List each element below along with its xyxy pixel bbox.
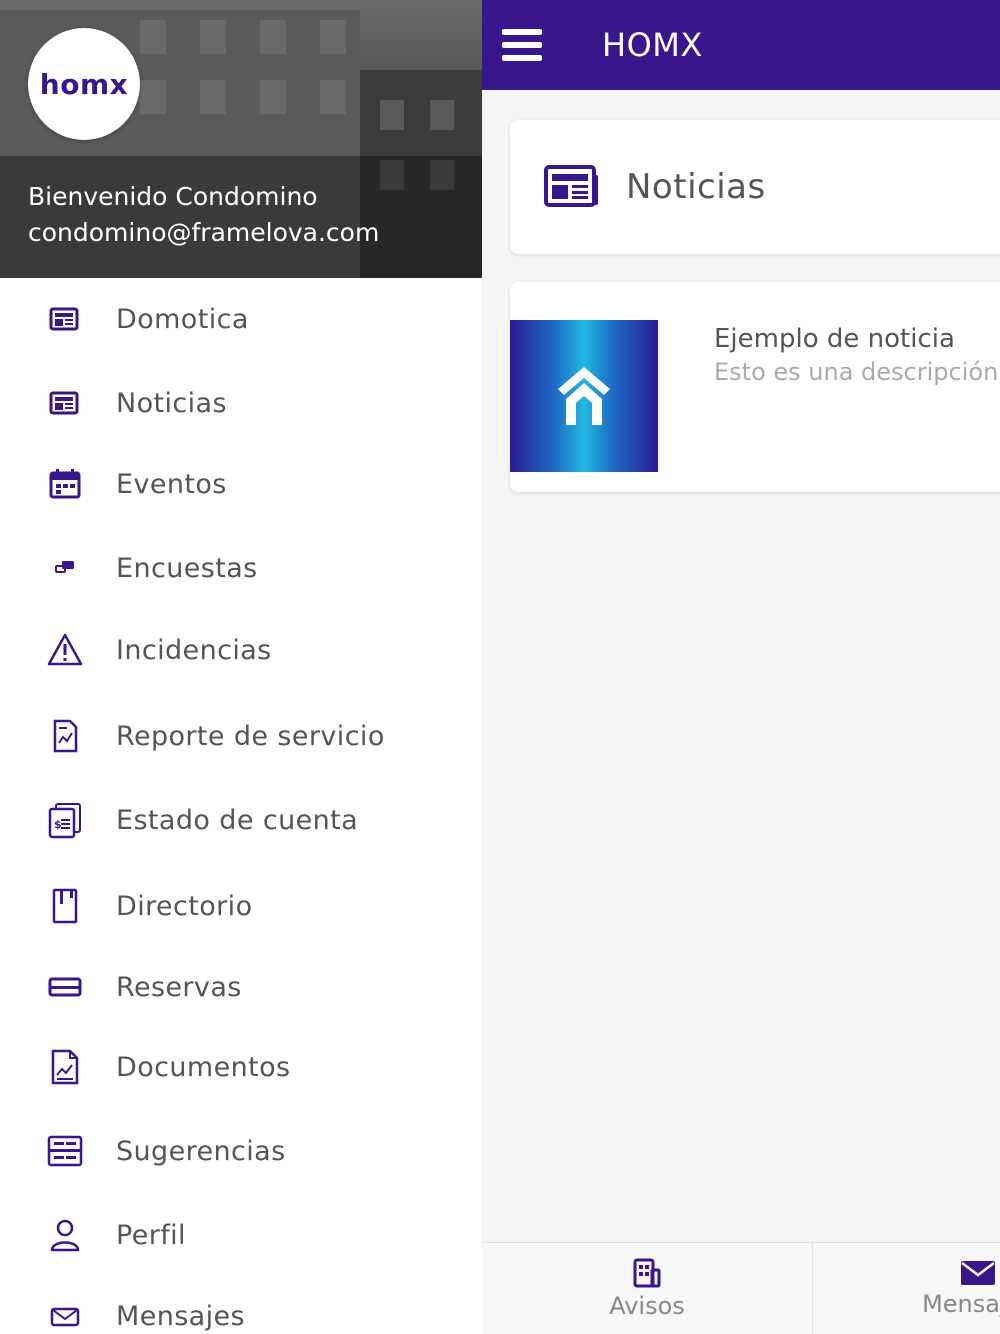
newspaper-icon xyxy=(49,307,79,331)
user-name: Bienvenido Condomino xyxy=(28,182,318,211)
logo-text: homx xyxy=(39,67,129,101)
house-logo-icon xyxy=(558,367,610,425)
user-email: condomino@framelova.com xyxy=(28,218,380,247)
sidebar-item-label: Sugerencias xyxy=(116,1135,286,1167)
tab-mensajes-label: Mensajes xyxy=(922,1290,1000,1318)
sidebar-item-domotica[interactable]: Domotica xyxy=(0,284,482,354)
sidebar-item-perfil[interactable]: Perfil xyxy=(0,1200,482,1270)
sidebar-item-label: Domotica xyxy=(116,303,249,335)
section-header-card: Noticias xyxy=(510,120,1000,254)
invoice-icon: $ xyxy=(48,803,81,839)
calendar-icon xyxy=(49,469,81,499)
menu-icon[interactable] xyxy=(482,0,562,90)
sidebar-item-label: Mensajes xyxy=(116,1300,246,1332)
sidebar-item-label: Documentos xyxy=(116,1051,291,1083)
newspaper-icon xyxy=(544,165,598,207)
section-title: Noticias xyxy=(626,167,766,207)
sidebar-item-mensajes[interactable]: Mensajes xyxy=(0,1281,482,1334)
sidebar-item-documentos[interactable]: Documentos xyxy=(0,1032,482,1102)
warning-icon xyxy=(47,633,83,666)
drawer-header: homx Bienvenido Condomino condomino@fram… xyxy=(0,0,482,278)
sidebar-item-label: Perfil xyxy=(116,1219,186,1251)
sidebar-item-label: Incidencias xyxy=(116,634,272,666)
tab-avisos[interactable]: Avisos xyxy=(482,1243,813,1334)
envelope-icon xyxy=(50,1307,80,1327)
avatar[interactable]: homx xyxy=(28,28,140,140)
newspaper-icon xyxy=(49,391,79,415)
user-icon xyxy=(50,1219,80,1252)
sidebar-item-label: Estado de cuenta xyxy=(116,804,359,836)
side-drawer: homx Bienvenido Condomino condomino@fram… xyxy=(0,0,482,1334)
ticket-icon xyxy=(48,977,82,997)
building-icon xyxy=(633,1258,661,1288)
app-toolbar: HOMX xyxy=(482,0,1000,90)
news-card[interactable]: Ejemplo de noticia Esto es una descripci… xyxy=(510,282,1000,492)
tab-mensajes[interactable]: Mensajes xyxy=(813,1243,1000,1334)
sidebar-item-estado-de-cuenta[interactable]: $ Estado de cuenta xyxy=(0,785,482,855)
sidebar-item-sugerencias[interactable]: Sugerencias xyxy=(0,1116,482,1186)
sidebar-item-encuestas[interactable]: Encuestas xyxy=(0,533,482,603)
sidebar-item-label: Reservas xyxy=(116,971,242,1003)
news-thumbnail xyxy=(510,320,658,472)
news-description: Esto es una descripción xyxy=(714,358,999,386)
tab-avisos-label: Avisos xyxy=(609,1292,685,1320)
sidebar-item-reporte-de-servicio[interactable]: Reporte de servicio xyxy=(0,701,482,771)
app-title: HOMX xyxy=(602,26,703,64)
sidebar-item-label: Reporte de servicio xyxy=(116,720,385,752)
bottom-tab-bar: Avisos Mensajes xyxy=(482,1242,1000,1334)
sidebar-item-reservas[interactable]: Reservas xyxy=(0,952,482,1022)
directory-icon xyxy=(52,888,78,924)
envelope-icon xyxy=(961,1261,995,1285)
report-icon xyxy=(53,719,78,753)
sidebar-item-label: Encuestas xyxy=(116,552,258,584)
sidebar-item-label: Directorio xyxy=(116,890,253,922)
suggestion-box-icon xyxy=(47,1135,83,1167)
sidebar-item-incidencias[interactable]: Incidencias xyxy=(0,615,482,685)
main-app: HOMX Noticias Ejemplo de noticia Esto es… xyxy=(482,0,1000,1334)
document-icon xyxy=(51,1049,79,1085)
sidebar-item-directorio[interactable]: Directorio xyxy=(0,871,482,941)
sidebar-item-label: Noticias xyxy=(116,387,227,419)
svg-text:$: $ xyxy=(54,818,62,831)
sidebar-item-label: Eventos xyxy=(116,468,227,500)
sidebar-item-eventos[interactable]: Eventos xyxy=(0,449,482,519)
chat-icon xyxy=(55,561,74,573)
news-title: Ejemplo de noticia xyxy=(714,324,955,354)
sidebar-item-noticias[interactable]: Noticias xyxy=(0,368,482,438)
